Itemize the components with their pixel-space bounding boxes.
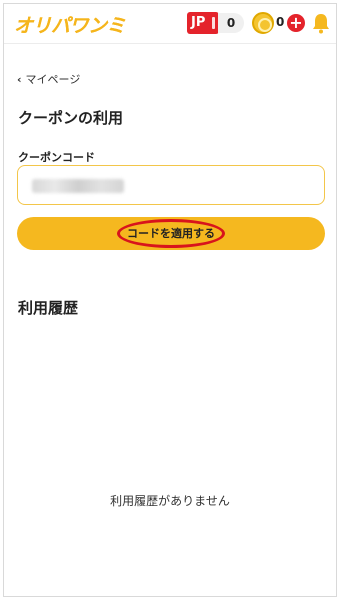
site-logo[interactable]: オリパワンミ bbox=[14, 11, 126, 38]
jp-points-badge[interactable]: JP bbox=[187, 12, 219, 34]
page-title: クーポンの利用 bbox=[18, 109, 124, 127]
blurred-code-value bbox=[32, 179, 124, 193]
apply-code-label: コードを適用する bbox=[127, 227, 215, 240]
jp-badge-marker bbox=[212, 17, 215, 29]
add-coins-plus-icon[interactable]: + bbox=[287, 14, 305, 32]
jp-points-count: 0 bbox=[218, 13, 244, 33]
coupon-code-label: クーポンコード bbox=[18, 151, 95, 164]
usage-history-title: 利用履歴 bbox=[18, 299, 79, 317]
top-header: オリパワンミ JP 0 0 + bbox=[4, 4, 336, 44]
usage-history-empty-message: 利用履歴がありません bbox=[110, 494, 230, 508]
apply-code-button[interactable]: コードを適用する bbox=[17, 217, 325, 250]
breadcrumb-mypage-link[interactable]: ‹ マイページ bbox=[17, 71, 80, 87]
bell-icon[interactable] bbox=[311, 12, 331, 34]
app-frame: オリパワンミ JP 0 0 + ‹ マイページ クーポンの利用 クーポンコード コ… bbox=[3, 3, 337, 597]
breadcrumb-label: マイページ bbox=[25, 73, 81, 86]
jp-badge-label: JP bbox=[191, 15, 206, 30]
coupon-code-input[interactable] bbox=[17, 165, 325, 205]
coin-icon[interactable] bbox=[252, 12, 274, 34]
chevron-left-icon: ‹ bbox=[17, 73, 22, 86]
coin-count: 0 bbox=[276, 15, 285, 29]
